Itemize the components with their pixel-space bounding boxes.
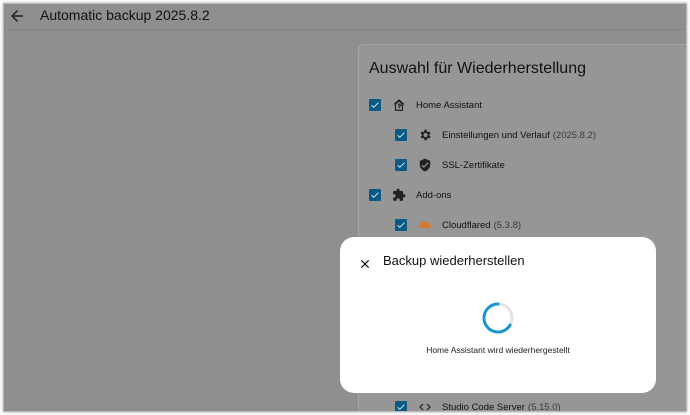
item-label: Cloudflared bbox=[442, 219, 491, 231]
shield-check-icon bbox=[417, 157, 433, 173]
item-label: Add-ons bbox=[416, 189, 452, 201]
loading-spinner-icon bbox=[481, 301, 515, 335]
list-item-ssl-certificates: SSL-Zertifikate bbox=[395, 155, 508, 175]
code-icon bbox=[417, 399, 433, 411]
top-app-bar: Automatic backup 2025.8.2 bbox=[4, 4, 686, 30]
item-label: Studio Code Server bbox=[442, 401, 525, 412]
item-label: SSL-Zertifikate bbox=[442, 159, 505, 171]
page-title: Automatic backup 2025.8.2 bbox=[40, 7, 210, 23]
restore-backup-dialog: Backup wiederherstellen Home Assistant w… bbox=[340, 237, 656, 393]
checkbox-cloudflared[interactable] bbox=[395, 219, 407, 231]
checkbox-home-assistant[interactable] bbox=[369, 99, 381, 111]
item-label: Einstellungen und Verlauf bbox=[442, 129, 550, 141]
list-item-home-assistant: Home Assistant bbox=[369, 95, 485, 115]
checkbox-studio-code-server[interactable] bbox=[395, 401, 407, 411]
arrow-left-icon[interactable] bbox=[8, 7, 26, 25]
checkbox-ssl-certificates[interactable] bbox=[395, 159, 407, 171]
list-item-cloudflared: Cloudflared (5.3.8) bbox=[395, 215, 521, 235]
gear-icon bbox=[417, 127, 433, 143]
card-title: Auswahl für Wiederherstellung bbox=[369, 60, 586, 77]
item-label: Home Assistant bbox=[416, 99, 482, 111]
puzzle-icon bbox=[391, 187, 407, 203]
list-item-settings-history: Einstellungen und Verlauf (2025.8.2) bbox=[395, 125, 596, 145]
close-icon[interactable] bbox=[358, 257, 372, 271]
home-assistant-icon bbox=[391, 97, 407, 113]
restore-status-text: Home Assistant wird wiederhergestellt bbox=[426, 345, 570, 355]
item-version: (5.3.8) bbox=[493, 219, 522, 231]
checkbox-add-ons[interactable] bbox=[369, 189, 381, 201]
item-version: (2025.8.2) bbox=[552, 129, 597, 141]
checkbox-settings-history[interactable] bbox=[395, 129, 407, 141]
screenshot-frame: Automatic backup 2025.8.2 Auswahl für Wi… bbox=[0, 0, 690, 415]
item-version: (5.15.0) bbox=[527, 401, 561, 412]
app-window: Automatic backup 2025.8.2 Auswahl für Wi… bbox=[3, 3, 687, 412]
cloudflare-icon bbox=[417, 217, 433, 233]
list-item-add-ons: Add-ons bbox=[369, 185, 454, 205]
list-item-studio-code-server: Studio Code Server (5.15.0) bbox=[395, 397, 561, 412]
dialog-title: Backup wiederherstellen bbox=[383, 253, 525, 268]
